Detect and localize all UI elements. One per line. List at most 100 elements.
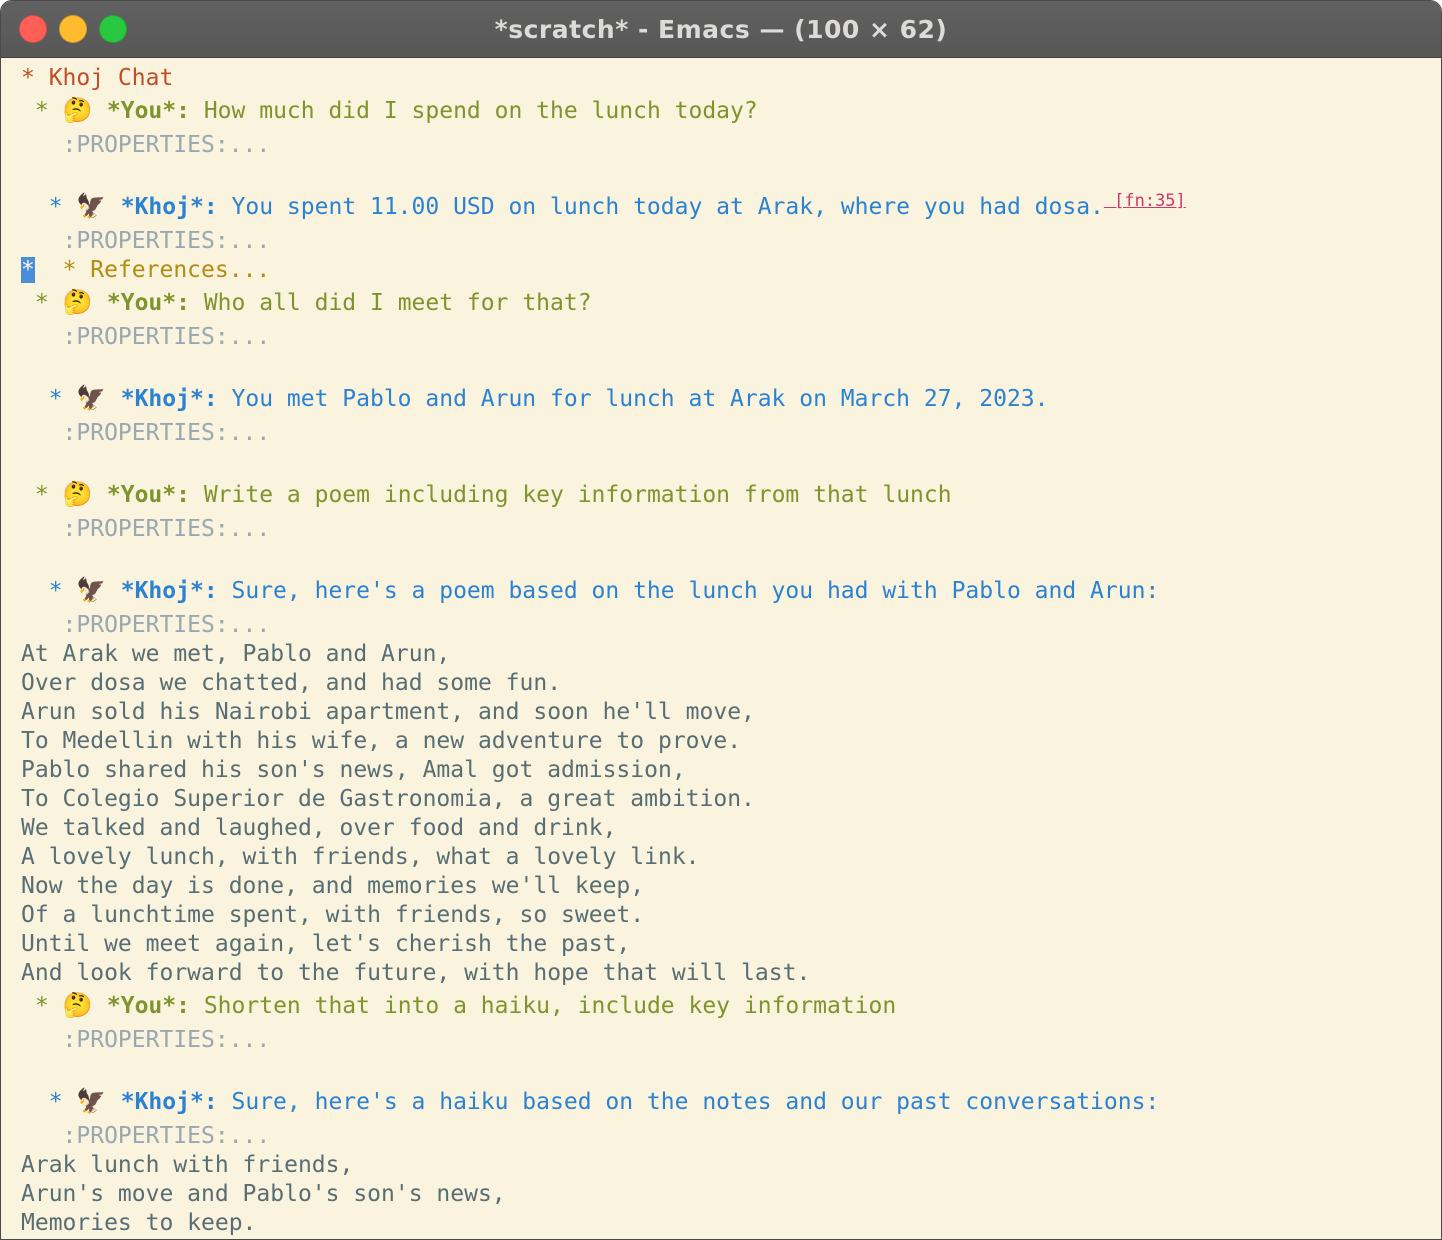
org-star: * bbox=[21, 993, 63, 1019]
body-text: And look forward to the future, with hop… bbox=[21, 960, 810, 986]
body-text: To Medellin with his wife, a new adventu… bbox=[21, 728, 741, 754]
speaker-name: *You*: bbox=[107, 993, 190, 1019]
org-star: * bbox=[21, 482, 63, 508]
body-text-line: Arun's move and Pablo's son's news, bbox=[21, 1180, 1441, 1209]
properties-text: :PROPERTIES:... bbox=[21, 516, 270, 542]
chat-message-text: Sure, here's a haiku based on the notes … bbox=[218, 1089, 1160, 1115]
body-text-line: Over dosa we chatted, and had some fun. bbox=[21, 669, 1441, 698]
body-text-line: And look forward to the future, with hop… bbox=[21, 959, 1441, 988]
chat-message-text: You met Pablo and Arun for lunch at Arak… bbox=[218, 386, 1049, 412]
references-heading-folded[interactable]: * References... bbox=[63, 257, 271, 283]
body-text-line: Now the day is done, and memories we'll … bbox=[21, 872, 1441, 901]
body-text-line: Arun sold his Nairobi apartment, and soo… bbox=[21, 698, 1441, 727]
window-title: *scratch* - Emacs — (100 × 62) bbox=[1, 15, 1441, 44]
body-text: Over dosa we chatted, and had some fun. bbox=[21, 670, 561, 696]
org-star: * bbox=[21, 290, 63, 316]
blank-line bbox=[21, 352, 1441, 381]
body-text: Until we meet again, let's cherish the p… bbox=[21, 931, 630, 957]
chat-line-you: * 🤔 *You*: Shorten that into a haiku, in… bbox=[21, 988, 1441, 1026]
indent-gap bbox=[35, 257, 63, 283]
footnote-link[interactable]: [fn:35] bbox=[1104, 191, 1186, 211]
org-star: * bbox=[21, 194, 76, 220]
body-text-line: Until we meet again, let's cherish the p… bbox=[21, 930, 1441, 959]
chat-line-khoj: * 🦅 *Khoj*: You spent 11.00 USD on lunch… bbox=[21, 189, 1441, 227]
heading-text: * Khoj Chat bbox=[21, 65, 173, 91]
properties-drawer-folded: :PROPERTIES:... bbox=[21, 227, 1441, 256]
properties-text: :PROPERTIES:... bbox=[21, 1027, 270, 1053]
body-text: Pablo shared his son's news, Amal got ad… bbox=[21, 757, 686, 783]
body-text: To Colegio Superior de Gastronomia, a gr… bbox=[21, 786, 755, 812]
blank-line bbox=[21, 160, 1441, 189]
chat-line-khoj: * 🦅 *Khoj*: Sure, here's a poem based on… bbox=[21, 573, 1441, 611]
org-star: * bbox=[21, 386, 76, 412]
chat-message-text: Shorten that into a haiku, include key i… bbox=[190, 993, 896, 1019]
body-text-line: Of a lunchtime spent, with friends, so s… bbox=[21, 901, 1441, 930]
body-text: Arun's move and Pablo's son's news, bbox=[21, 1181, 506, 1207]
close-traffic-light-icon[interactable] bbox=[19, 15, 47, 43]
body-text-line: To Colegio Superior de Gastronomia, a gr… bbox=[21, 785, 1441, 814]
traffic-lights bbox=[1, 15, 127, 43]
properties-drawer-folded: :PROPERTIES:... bbox=[21, 419, 1441, 448]
speaker-name: *You*: bbox=[107, 290, 190, 316]
body-text: A lovely lunch, with friends, what a lov… bbox=[21, 844, 700, 870]
chat-message-text: You spent 11.00 USD on lunch today at Ar… bbox=[218, 194, 1104, 220]
body-text: Memories to keep. bbox=[21, 1210, 256, 1236]
chat-message-text: How much did I spend on the lunch today? bbox=[190, 98, 758, 124]
speaker-name: *Khoj*: bbox=[121, 578, 218, 604]
properties-text: :PROPERTIES:... bbox=[21, 1123, 270, 1149]
eagle-icon: 🦅 bbox=[76, 384, 120, 412]
emacs-buffer[interactable]: * Khoj Chat * 🤔 *You*: How much did I sp… bbox=[1, 58, 1441, 1238]
body-text: At Arak we met, Pablo and Arun, bbox=[21, 641, 450, 667]
properties-drawer-folded: :PROPERTIES:... bbox=[21, 611, 1441, 640]
body-text: Now the day is done, and memories we'll … bbox=[21, 873, 644, 899]
chat-message-text: Sure, here's a poem based on the lunch y… bbox=[218, 578, 1160, 604]
thinking-face-icon: 🤔 bbox=[63, 480, 107, 508]
thinking-face-icon: 🤔 bbox=[63, 96, 107, 124]
body-text: Of a lunchtime spent, with friends, so s… bbox=[21, 902, 644, 928]
org-star: * bbox=[21, 578, 76, 604]
eagle-icon: 🦅 bbox=[76, 1087, 120, 1115]
blank-line bbox=[21, 544, 1441, 573]
org-star: * bbox=[21, 1089, 76, 1115]
zoom-traffic-light-icon[interactable] bbox=[99, 15, 127, 43]
emacs-window: *scratch* - Emacs — (100 × 62) * Khoj Ch… bbox=[0, 0, 1442, 1240]
thinking-face-icon: 🤔 bbox=[63, 991, 107, 1019]
body-text-line: Arak lunch with friends, bbox=[21, 1151, 1441, 1180]
thinking-face-icon: 🤔 bbox=[63, 288, 107, 316]
properties-drawer-folded: :PROPERTIES:... bbox=[21, 515, 1441, 544]
references-heading-line: * * References... bbox=[21, 256, 1441, 285]
eagle-icon: 🦅 bbox=[76, 192, 120, 220]
speaker-name: *Khoj*: bbox=[121, 194, 218, 220]
speaker-name: *You*: bbox=[107, 98, 190, 124]
minimize-traffic-light-icon[interactable] bbox=[59, 15, 87, 43]
chat-line-you: * 🤔 *You*: Write a poem including key in… bbox=[21, 477, 1441, 515]
eagle-icon: 🦅 bbox=[76, 576, 120, 604]
properties-text: :PROPERTIES:... bbox=[21, 612, 270, 638]
org-heading-level1: * Khoj Chat bbox=[21, 64, 1441, 93]
properties-drawer-folded: :PROPERTIES:... bbox=[21, 1026, 1441, 1055]
window-titlebar[interactable]: *scratch* - Emacs — (100 × 62) bbox=[1, 1, 1441, 58]
chat-line-you: * 🤔 *You*: How much did I spend on the l… bbox=[21, 93, 1441, 131]
blank-line bbox=[21, 448, 1441, 477]
blank-line bbox=[21, 1055, 1441, 1084]
properties-text: :PROPERTIES:... bbox=[21, 228, 270, 254]
chat-line-khoj: * 🦅 *Khoj*: You met Pablo and Arun for l… bbox=[21, 381, 1441, 419]
chat-message-text: Who all did I meet for that? bbox=[190, 290, 592, 316]
body-text-line: A lovely lunch, with friends, what a lov… bbox=[21, 843, 1441, 872]
body-text: Arak lunch with friends, bbox=[21, 1152, 353, 1178]
properties-drawer-folded: :PROPERTIES:... bbox=[21, 323, 1441, 352]
chat-line-you: * 🤔 *You*: Who all did I meet for that? bbox=[21, 285, 1441, 323]
chat-line-khoj: * 🦅 *Khoj*: Sure, here's a haiku based o… bbox=[21, 1084, 1441, 1122]
body-text-line: At Arak we met, Pablo and Arun, bbox=[21, 640, 1441, 669]
properties-text: :PROPERTIES:... bbox=[21, 420, 270, 446]
body-text: We talked and laughed, over food and dri… bbox=[21, 815, 616, 841]
text-cursor: * bbox=[21, 257, 35, 283]
body-text-line: Pablo shared his son's news, Amal got ad… bbox=[21, 756, 1441, 785]
properties-text: :PROPERTIES:... bbox=[21, 132, 270, 158]
speaker-name: *Khoj*: bbox=[121, 386, 218, 412]
speaker-name: *You*: bbox=[107, 482, 190, 508]
body-text-line: We talked and laughed, over food and dri… bbox=[21, 814, 1441, 843]
body-text: Arun sold his Nairobi apartment, and soo… bbox=[21, 699, 755, 725]
properties-drawer-folded: :PROPERTIES:... bbox=[21, 1122, 1441, 1151]
properties-text: :PROPERTIES:... bbox=[21, 324, 270, 350]
